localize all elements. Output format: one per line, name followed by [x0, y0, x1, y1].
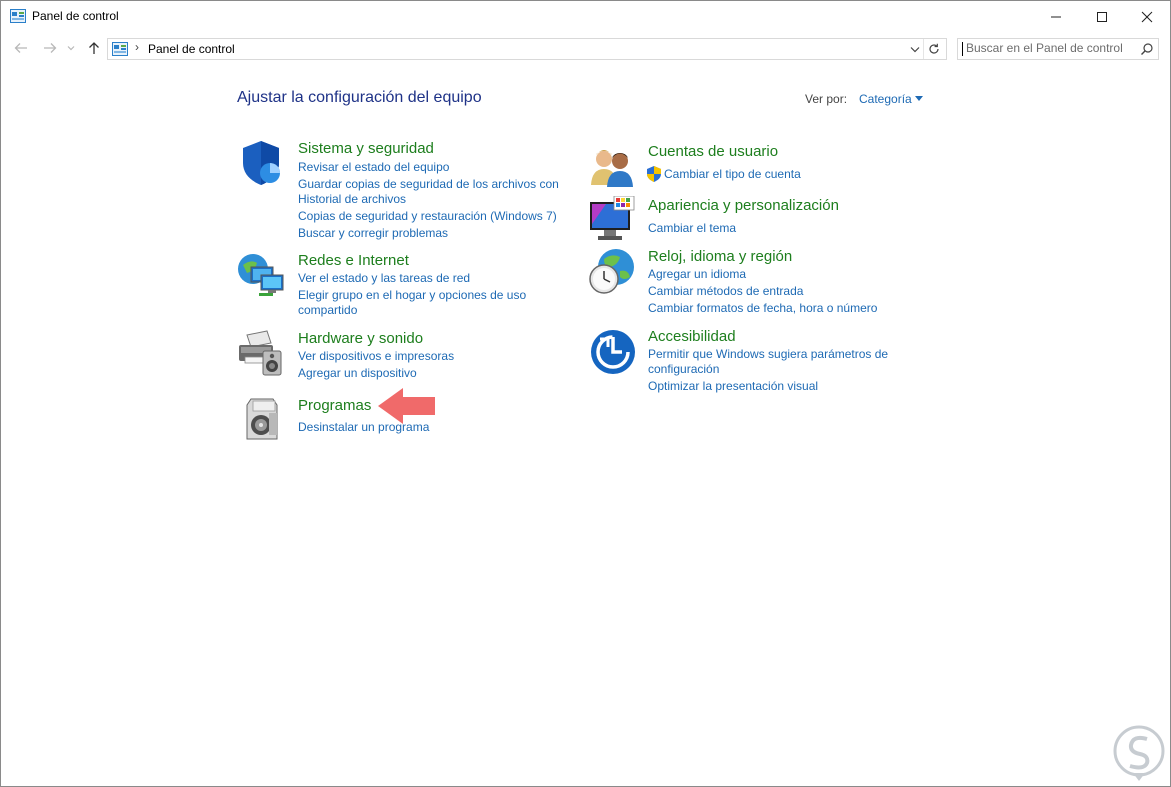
control-panel-window: Panel de control › Panel de control Busc…: [0, 0, 1171, 787]
refresh-icon: [929, 43, 939, 54]
printer-speaker-icon[interactable]: [237, 329, 285, 377]
category-user-accounts: Cuentas de usuario Cambiar el tipo de cu…: [588, 143, 908, 188]
address-dropdown-button[interactable]: [908, 42, 922, 56]
category-title-system-security[interactable]: Sistema y seguridad: [298, 140, 434, 157]
view-by-dropdown[interactable]: Categoría: [859, 92, 912, 106]
page-title: Ajustar la configuración del equipo: [237, 89, 482, 106]
category-accessibility: Accesibilidad Permitir que Windows sugie…: [588, 327, 908, 397]
arrow-up-icon: [89, 42, 99, 54]
search-input[interactable]: [966, 40, 1136, 56]
link-save-backup-copies[interactable]: Guardar copias de seguridad de los archi…: [298, 177, 559, 192]
users-icon[interactable]: [588, 143, 636, 191]
recent-locations-button[interactable]: [65, 39, 77, 57]
link-choose-homegroup-options[interactable]: Elegir grupo en el hogar y opciones de u…: [298, 288, 526, 303]
up-button[interactable]: [85, 39, 103, 57]
control-panel-icon: [10, 9, 26, 23]
category-title-programs[interactable]: Programas: [298, 397, 371, 414]
category-appearance-personalization: Apariencia y personalización Cambiar el …: [588, 196, 908, 246]
control-panel-icon: [112, 42, 128, 56]
link-change-theme[interactable]: Cambiar el tema: [648, 221, 736, 236]
chevron-down-icon: [67, 46, 75, 51]
category-title-clock-language-region[interactable]: Reloj, idioma y región: [648, 248, 792, 265]
maximize-button[interactable]: [1079, 1, 1125, 32]
link-optimize-visual-display[interactable]: Optimizar la presentación visual: [648, 379, 818, 394]
link-change-input-methods[interactable]: Cambiar métodos de entrada: [648, 284, 803, 299]
link-backup-restore-windows7[interactable]: Copias de seguridad y restauración (Wind…: [298, 209, 557, 224]
category-network-internet: Redes e Internet Ver el estado y las tar…: [237, 251, 567, 321]
category-title-hardware-sound[interactable]: Hardware y sonido: [298, 330, 423, 347]
navigation-bar: › Panel de control: [1, 36, 1170, 62]
uac-shield-icon: [647, 166, 661, 182]
close-button[interactable]: [1124, 1, 1170, 32]
view-by-label: Ver por:: [805, 92, 848, 106]
link-view-network-status[interactable]: Ver el estado y las tareas de red: [298, 271, 470, 286]
category-system-security: Sistema y seguridad Revisar el estado de…: [237, 139, 567, 244]
link-sharing[interactable]: compartido: [298, 303, 357, 318]
forward-button[interactable]: [41, 39, 59, 57]
network-globe-icon[interactable]: [237, 251, 285, 299]
address-bar[interactable]: › Panel de control: [107, 38, 947, 60]
watermark-logo-icon: [1113, 725, 1165, 781]
annotation-arrow-icon: [378, 388, 435, 424]
category-hardware-sound: Hardware y sonido Ver dispositivos e imp…: [237, 329, 567, 384]
maximize-icon: [1097, 11, 1107, 22]
link-change-date-time-formats[interactable]: Cambiar formatos de fecha, hora o número: [648, 301, 877, 316]
clock-globe-icon[interactable]: [588, 247, 636, 295]
category-title-accessibility[interactable]: Accesibilidad: [648, 328, 736, 345]
programs-icon[interactable]: [237, 395, 285, 443]
close-icon: [1141, 11, 1153, 22]
category-title-appearance-personalization[interactable]: Apariencia y personalización: [648, 197, 839, 214]
arrow-right-icon: [44, 43, 57, 53]
link-find-fix-problems[interactable]: Buscar y corregir problemas: [298, 226, 448, 241]
refresh-button[interactable]: [923, 39, 944, 59]
link-let-windows-suggest-settings[interactable]: Permitir que Windows sugiera parámetros …: [648, 347, 888, 362]
window-title: Panel de control: [32, 9, 119, 23]
link-add-language[interactable]: Agregar un idioma: [648, 267, 746, 282]
minimize-icon: [1051, 16, 1061, 17]
link-change-account-type[interactable]: Cambiar el tipo de cuenta: [664, 167, 801, 182]
link-review-computer-status[interactable]: Revisar el estado del equipo: [298, 160, 449, 175]
category-title-user-accounts[interactable]: Cuentas de usuario: [648, 143, 778, 160]
chevron-down-icon: [910, 46, 920, 52]
category-clock-language-region: Reloj, idioma y región Agregar un idioma…: [588, 247, 908, 317]
link-file-history[interactable]: Historial de archivos: [298, 192, 406, 207]
link-configuration[interactable]: configuración: [648, 362, 719, 377]
view-by-dropdown-arrow-icon[interactable]: [915, 96, 923, 101]
minimize-button[interactable]: [1033, 1, 1079, 32]
accessibility-icon[interactable]: [588, 327, 636, 375]
shield-icon[interactable]: [237, 139, 285, 187]
search-box[interactable]: [957, 38, 1159, 60]
arrow-left-icon: [14, 43, 27, 53]
category-title-network-internet[interactable]: Redes e Internet: [298, 252, 409, 269]
text-cursor: [962, 42, 963, 56]
link-add-device[interactable]: Agregar un dispositivo: [298, 366, 417, 381]
breadcrumb-panel-de-control[interactable]: Panel de control: [148, 42, 235, 56]
title-bar: Panel de control: [1, 1, 1170, 32]
display-personalization-icon[interactable]: [588, 196, 636, 244]
search-icon[interactable]: [1140, 42, 1154, 56]
link-view-devices-printers[interactable]: Ver dispositivos e impresoras: [298, 349, 454, 364]
breadcrumb-separator[interactable]: ›: [135, 40, 139, 54]
back-button[interactable]: [12, 39, 30, 57]
